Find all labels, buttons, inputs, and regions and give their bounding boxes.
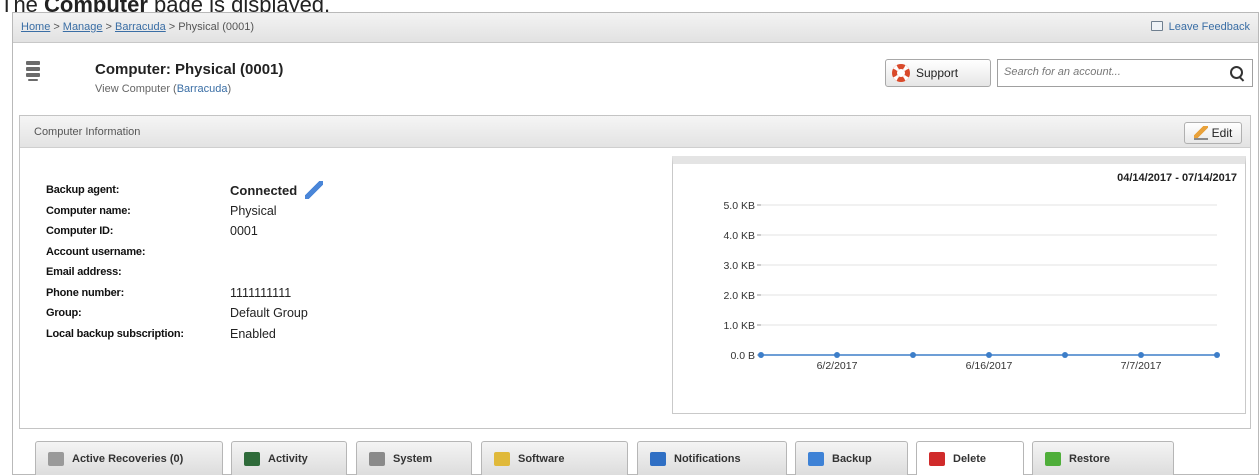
panel-header: Computer Information Edit: [20, 116, 1250, 148]
edit-button[interactable]: Edit: [1184, 122, 1242, 144]
info-row-backup-agent: Backup agent: Connected: [46, 180, 324, 201]
info-row-computer-name: Computer name: Physical: [46, 201, 323, 222]
data-point[interactable]: [834, 352, 840, 358]
app-frame: Home > Manage > Barracuda > Physical (0001) Le…: [12, 12, 1259, 475]
y-tick-label: 1.0 KB: [723, 320, 755, 332]
info-value: Default Group: [230, 306, 308, 321]
info-label: Computer name:: [46, 204, 131, 217]
info-value: 1111111111: [230, 285, 292, 300]
delete-icon: [929, 452, 945, 466]
tab-label: Restore: [1069, 453, 1110, 465]
tab-label: Activity: [268, 453, 308, 465]
tab-label: Software: [518, 453, 565, 465]
info-row-phone-number: Phone number: 1111111111: [46, 283, 323, 304]
restore-icon: [1045, 452, 1061, 466]
system-icon: [369, 452, 385, 466]
info-label: Group:: [46, 307, 82, 320]
data-point[interactable]: [910, 352, 916, 358]
tab-system[interactable]: System: [356, 441, 472, 475]
breadcrumb-barracuda[interactable]: Barracuda: [115, 21, 166, 33]
info-label: Backup agent:: [46, 184, 120, 197]
x-tick-label: 7/7/2017: [1121, 360, 1162, 372]
x-tick-label: 6/2/2017: [817, 360, 858, 372]
connection-plug-icon[interactable]: [305, 181, 324, 200]
feedback-icon: [1150, 21, 1163, 31]
y-tick-label: 2.0 KB: [723, 290, 755, 302]
subtitle-barracuda-link[interactable]: Barracuda: [177, 83, 228, 95]
tab-label: Delete: [953, 453, 987, 465]
chart-plot: 0.0 B 1.0 KB 2.0 KB 3.0 KB 4.0 KB 5.0 KB 6/2/2…: [723, 200, 1220, 372]
computer-info-list: Backup agent: Connected Computer name: Phy…: [46, 180, 324, 345]
data-point[interactable]: [986, 352, 992, 358]
software-icon: [494, 452, 510, 466]
info-row-account-username: Account username:: [46, 242, 323, 263]
info-label: Email address:: [46, 266, 122, 279]
activity-icon: [244, 452, 260, 466]
support-label: Support: [916, 66, 959, 80]
tab-delete[interactable]: Delete: [916, 441, 1024, 475]
tab-activity[interactable]: Activity: [231, 441, 347, 475]
breadcrumb-current: Physical (0001): [178, 21, 255, 33]
recovery-icon: [48, 452, 64, 466]
page-subtitle: View Computer (Barracuda): [95, 83, 232, 95]
storage-chart: 04/14/2017 - 07/14/2017 0.0 B 1.0 KB 2.0 K…: [672, 156, 1246, 414]
tab-label: Notifications: [674, 453, 741, 465]
tab-label: Active Recoveries (0): [72, 453, 184, 465]
info-row-email-address: Email address:: [46, 262, 323, 283]
info-row-local-backup: Local backup subscription: Enabled: [46, 324, 323, 345]
breadcrumb-manage[interactable]: Manage: [63, 21, 103, 33]
page-header: Computer: Physical (0001) View Computer …: [13, 43, 1258, 113]
breadcrumb-bar: Home > Manage > Barracuda > Physical (0001) Le…: [13, 13, 1258, 43]
account-search: [997, 59, 1253, 87]
computer-information-panel: Computer Information Edit Backup agent: C…: [19, 115, 1251, 429]
info-value: 0001: [230, 224, 258, 239]
server-icon: [26, 61, 40, 91]
info-label: Phone number:: [46, 286, 125, 299]
tab-active[interactable]: Active Recoveries (0): [35, 441, 223, 475]
info-value: Enabled: [230, 326, 276, 341]
breadcrumb-home[interactable]: Home: [21, 21, 50, 33]
pencil-icon: [1193, 126, 1208, 140]
support-button[interactable]: Support: [885, 59, 991, 87]
panel-title: Computer Information: [34, 126, 141, 138]
backup-icon: [808, 452, 824, 466]
data-point[interactable]: [758, 352, 764, 358]
data-point[interactable]: [1138, 352, 1144, 358]
search-icon[interactable]: [1230, 66, 1244, 80]
tab-label: System: [393, 453, 433, 465]
data-point[interactable]: [1214, 352, 1220, 358]
notifications-icon: [650, 452, 666, 466]
data-point[interactable]: [1062, 352, 1068, 358]
y-tick-label: 3.0 KB: [723, 260, 755, 272]
info-row-group: Group: Default Group: [46, 303, 323, 324]
y-tick-label: 5.0 KB: [723, 200, 755, 212]
tab-software[interactable]: Software: [481, 441, 628, 475]
info-label: Local backup subscription:: [46, 327, 184, 340]
tab-notifications[interactable]: Notifications: [637, 441, 787, 475]
page-title: Computer: Physical (0001): [95, 61, 284, 78]
info-row-computer-id: Computer ID: 0001: [46, 221, 323, 242]
info-value: Connected: [230, 182, 298, 198]
breadcrumb: Home > Manage > Barracuda > Physical (0001): [21, 21, 255, 33]
search-input[interactable]: [1004, 66, 1219, 78]
x-tick-label: 6/16/2017: [966, 360, 1013, 372]
leave-feedback-label: Leave Feedback: [1168, 21, 1250, 33]
info-label: Account username:: [46, 245, 146, 258]
y-tick-label: 0.0 B: [730, 350, 755, 362]
y-tick-label: 4.0 KB: [723, 230, 755, 242]
leave-feedback-link[interactable]: Leave Feedback: [1150, 21, 1250, 33]
info-label: Computer ID:: [46, 225, 114, 238]
info-value: Physical: [230, 203, 277, 218]
edit-label: Edit: [1211, 126, 1233, 140]
lifebuoy-icon: [892, 64, 910, 82]
tab-restore[interactable]: Restore: [1032, 441, 1174, 475]
tab-backup[interactable]: Backup: [795, 441, 908, 475]
tab-label: Backup: [832, 453, 872, 465]
